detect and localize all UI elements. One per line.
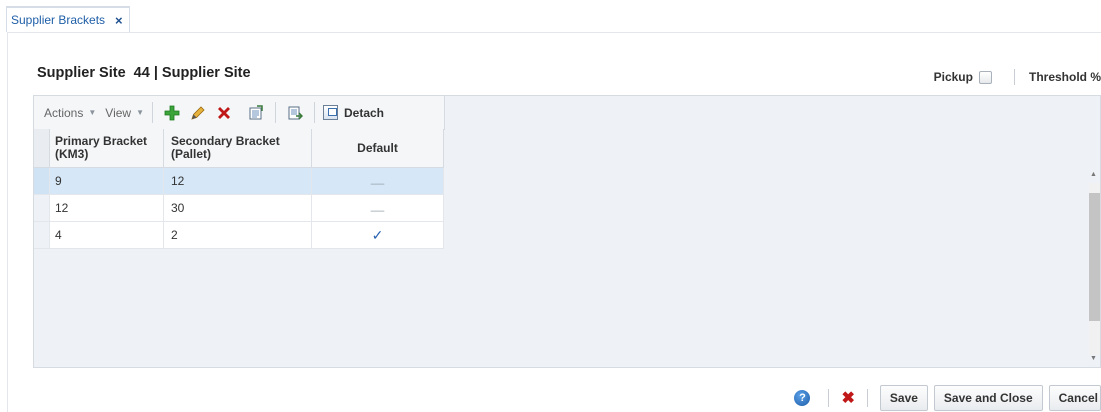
- tab-label[interactable]: Supplier Brackets: [11, 13, 105, 27]
- secondary-bracket-cell[interactable]: 12: [164, 168, 312, 194]
- divider: [275, 102, 276, 123]
- tab-supplier-brackets[interactable]: Supplier Brackets ×: [6, 6, 130, 32]
- row-header[interactable]: [34, 222, 50, 248]
- default-cell[interactable]: __: [312, 168, 444, 194]
- footer-actions: ? ✖ Save Save and Close Cancel: [794, 385, 1101, 411]
- table-header: Primary Bracket (KM3) Secondary Bracket (P…: [34, 129, 444, 168]
- brackets-panel: Actions ▼ View ▼ Detach Primary Bracket …: [33, 95, 1101, 368]
- view-menu-label[interactable]: View: [105, 106, 131, 120]
- column-header-default[interactable]: Default: [312, 129, 444, 167]
- row-header-corner: [34, 129, 50, 167]
- column-header-primary-bracket-line2: (KM3): [55, 147, 89, 161]
- view-menu[interactable]: View ▼: [105, 106, 144, 120]
- pickup-label: Pickup: [933, 70, 973, 84]
- primary-bracket-cell[interactable]: 4: [50, 222, 164, 248]
- page-title: Supplier Site 44 | Supplier Site: [37, 65, 251, 81]
- vertical-scrollbar[interactable]: ▲ ▼: [1087, 171, 1101, 369]
- column-header-secondary-bracket-line2: (Pallet): [171, 147, 212, 161]
- header-options: Pickup Threshold %: [934, 69, 1101, 85]
- table-row[interactable]: 9 12 __: [34, 168, 444, 195]
- scroll-down-icon[interactable]: ▼: [1090, 355, 1097, 362]
- primary-bracket-cell[interactable]: 9: [50, 168, 164, 194]
- cancel-button[interactable]: Cancel: [1048, 385, 1101, 411]
- actions-menu[interactable]: Actions ▼: [44, 106, 96, 120]
- unchecked-dash-icon: __: [370, 198, 385, 212]
- secondary-bracket-cell[interactable]: 30: [164, 195, 312, 221]
- divider: [7, 32, 1101, 33]
- edit-icon[interactable]: [187, 102, 209, 124]
- table-toolbar: Actions ▼ View ▼ Detach: [34, 96, 445, 130]
- row-header[interactable]: [34, 195, 50, 221]
- divider: [7, 32, 8, 412]
- divider: [828, 389, 830, 407]
- checkmark-icon: ✓: [371, 226, 384, 243]
- detach-label[interactable]: Detach: [344, 106, 384, 120]
- delete-icon[interactable]: ✖: [841, 388, 854, 408]
- divider: [866, 389, 868, 407]
- default-cell[interactable]: __: [312, 195, 444, 221]
- column-header-primary-bracket-line1: Primary Bracket: [55, 134, 148, 148]
- default-cell[interactable]: ✓: [312, 222, 444, 248]
- actions-menu-label[interactable]: Actions: [44, 106, 83, 120]
- column-header-primary-bracket[interactable]: Primary Bracket (KM3): [50, 129, 164, 167]
- import-icon[interactable]: [284, 102, 306, 124]
- export-icon[interactable]: [245, 102, 267, 124]
- divider: [1013, 69, 1015, 85]
- tab-bar: Supplier Brackets ×: [0, 0, 1101, 32]
- pickup-checkbox[interactable]: [978, 70, 992, 84]
- column-header-secondary-bracket[interactable]: Secondary Bracket (Pallet): [164, 129, 312, 167]
- table-row[interactable]: 4 2 ✓: [34, 222, 444, 249]
- help-icon[interactable]: ?: [794, 390, 811, 406]
- unchecked-dash-icon: __: [370, 171, 385, 185]
- column-header-default-label: Default: [357, 140, 398, 155]
- detach-icon[interactable]: [323, 105, 338, 120]
- chevron-down-icon[interactable]: ▼: [88, 108, 96, 117]
- column-header-secondary-bracket-line1: Secondary Bracket: [171, 134, 280, 148]
- table-row[interactable]: 12 30 __: [34, 195, 444, 222]
- add-icon[interactable]: [161, 102, 183, 124]
- divider: [152, 102, 153, 123]
- scrollbar-thumb[interactable]: [1089, 193, 1100, 321]
- divider: [314, 102, 315, 123]
- save-and-close-button[interactable]: Save and Close: [933, 385, 1043, 411]
- chevron-down-icon[interactable]: ▼: [136, 108, 144, 117]
- save-button[interactable]: Save: [879, 385, 928, 411]
- secondary-bracket-cell[interactable]: 2: [164, 222, 312, 248]
- threshold-label: Threshold %: [1028, 70, 1101, 84]
- tab-close-icon[interactable]: ×: [115, 13, 123, 28]
- primary-bracket-cell[interactable]: 12: [50, 195, 164, 221]
- row-header[interactable]: [34, 168, 50, 194]
- scroll-up-icon[interactable]: ▲: [1090, 171, 1097, 178]
- detach-button[interactable]: Detach: [323, 105, 384, 120]
- delete-icon[interactable]: [213, 102, 235, 124]
